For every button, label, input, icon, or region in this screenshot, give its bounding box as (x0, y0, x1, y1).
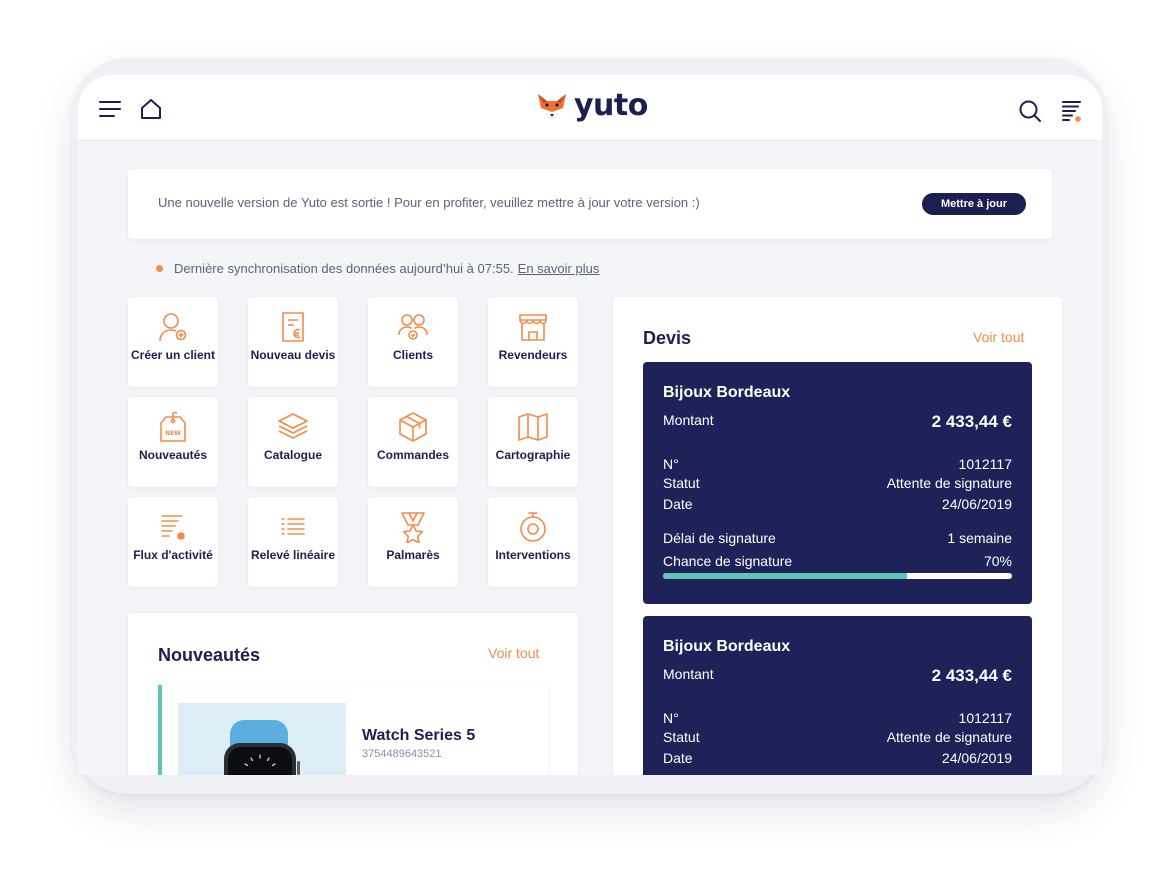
quote-amount-row: Montant 2 433,44 € (663, 412, 1012, 432)
update-button[interactable]: Mettre à jour (922, 193, 1026, 215)
tile-label: Cartographie (495, 448, 571, 462)
update-message: Une nouvelle version de Yuto est sortie … (158, 195, 700, 210)
quote-number-row: N° 1012117 (663, 710, 1012, 726)
tile-clients[interactable]: Clients (368, 297, 458, 387)
news-card: Nouveautés Voir tout Watch Series 5 3754… (128, 613, 578, 775)
user-plus-icon (159, 313, 187, 342)
tile-label: Commandes (376, 448, 450, 462)
app-screen: yuto Une nouvelle version de Yuto est so… (78, 75, 1102, 775)
news-title: Nouveautés (158, 645, 261, 665)
filter-list-icon[interactable] (1060, 99, 1084, 123)
quote-delay: 1 semaine (947, 530, 1012, 546)
product-name: Watch Series 5 (362, 727, 476, 744)
quote-date-label: Date (663, 750, 693, 766)
quote-status-row: Statut Attente de signature (663, 729, 1012, 745)
quote-number-label: N° (663, 710, 679, 726)
quote-client: Bijoux Bordeaux (663, 384, 791, 401)
tile-label: Revendeurs (498, 348, 568, 362)
quote-status-row: Statut Attente de signature (663, 475, 1012, 491)
quote-status: Attente de signature (886, 475, 1012, 491)
store-icon (519, 314, 547, 341)
quote-date-row: Date 24/06/2019 (663, 496, 1012, 512)
quote-date: 24/06/2019 (941, 750, 1012, 766)
tile-label: Nouveau devis (250, 348, 336, 362)
product-image (178, 703, 346, 775)
sync-status: Dernière synchronisation des données auj… (156, 261, 599, 276)
quote-delay-label: Délai de signature (663, 530, 776, 546)
sync-status-dot (156, 265, 163, 272)
home-icon[interactable] (138, 97, 164, 121)
quote-number: 1012117 (958, 456, 1012, 472)
update-banner: Une nouvelle version de Yuto est sortie … (128, 169, 1052, 239)
stopwatch-icon (520, 512, 546, 542)
tile-orders[interactable]: Commandes (368, 397, 458, 487)
news-see-all-link[interactable]: Voir tout (488, 645, 539, 661)
quotes-card: Devis Voir tout Bijoux Bordeaux Montant … (613, 297, 1062, 775)
quote-number-label: N° (663, 456, 679, 472)
tile-label: Relevé linéaire (250, 548, 336, 562)
tile-label: Créer un client (130, 348, 216, 362)
logo-text: yuto (574, 88, 648, 123)
tile-map[interactable]: Cartographie (488, 397, 578, 487)
quote-card[interactable]: Bijoux Bordeaux Montant 2 433,44 € N° 10… (643, 616, 1032, 775)
activity-feed-icon (161, 515, 185, 540)
clients-icon (398, 314, 428, 340)
layers-icon (278, 413, 308, 439)
tile-label: Clients (392, 348, 433, 362)
quote-amount-label: Montant (663, 666, 714, 682)
app-logo[interactable]: yuto (536, 91, 648, 121)
quote-date-label: Date (663, 496, 693, 512)
quote-delay-row: Délai de signature 1 semaine (663, 530, 1012, 546)
tile-label: Palmarès (386, 548, 440, 562)
signature-chance-progress-bar (663, 573, 1012, 579)
quote-date: 24/06/2019 (941, 496, 1012, 512)
tile-label: Flux d'activité (133, 548, 213, 562)
quote-client: Bijoux Bordeaux (663, 638, 791, 655)
quote-number: 1012117 (958, 710, 1012, 726)
hamburger-icon[interactable] (98, 99, 122, 119)
search-icon[interactable] (1018, 99, 1042, 123)
new-tag-icon: NEW (160, 411, 186, 442)
quotes-title: Devis (643, 328, 692, 348)
tile-new-products[interactable]: NEW Nouveautés (128, 397, 218, 487)
box-icon (399, 412, 427, 442)
fox-logo-icon (538, 94, 566, 119)
quote-amount-row: Montant 2 433,44 € (663, 666, 1012, 686)
quote-status: Attente de signature (886, 729, 1012, 745)
quote-amount: 2 433,44 € (931, 412, 1012, 431)
tile-interventions[interactable]: Interventions (488, 497, 578, 587)
quote-amount-label: Montant (663, 412, 714, 428)
quote-amount: 2 433,44 € (931, 666, 1012, 685)
sync-text: Dernière synchronisation des données auj… (174, 261, 514, 276)
tile-create-client[interactable]: Créer un client (128, 297, 218, 387)
svg-text:NEW: NEW (165, 430, 181, 437)
quote-date-row: Date 24/06/2019 (663, 750, 1012, 766)
tile-label: Nouveautés (138, 448, 208, 462)
map-icon (518, 413, 548, 441)
tile-new-quote[interactable]: Nouveau devis (248, 297, 338, 387)
quotes-see-all-link[interactable]: Voir tout (973, 329, 1024, 345)
tile-label: Interventions (495, 548, 571, 562)
quote-number-row: N° 1012117 (663, 456, 1012, 472)
learn-more-link[interactable]: En savoir plus (518, 261, 600, 276)
tile-resellers[interactable]: Revendeurs (488, 297, 578, 387)
quote-chance: 70% (983, 553, 1012, 569)
quote-card[interactable]: Bijoux Bordeaux Montant 2 433,44 € N° 10… (643, 362, 1032, 604)
quote-chance-label: Chance de signature (663, 553, 793, 569)
top-bar: yuto (78, 75, 1102, 141)
tile-rankings[interactable]: Palmarès (368, 497, 458, 587)
tile-linear-report[interactable]: Relevé linéaire (248, 497, 338, 587)
signature-chance-progress-fill (663, 573, 908, 579)
tile-activity-feed[interactable]: Flux d'activité (128, 497, 218, 587)
list-icon (281, 518, 305, 535)
product-ref: 3754489643521 (362, 748, 442, 760)
quote-status-label: Statut (663, 475, 700, 491)
tile-catalog[interactable]: Catalogue (248, 397, 338, 487)
quote-chance-row: Chance de signature 70% (663, 553, 1012, 569)
quote-status-label: Statut (663, 729, 700, 745)
quote-euro-icon (282, 312, 304, 342)
product-card[interactable]: Watch Series 5 3754489643521 (158, 685, 548, 775)
tile-label: Catalogue (263, 448, 322, 462)
medal-icon (401, 512, 425, 543)
